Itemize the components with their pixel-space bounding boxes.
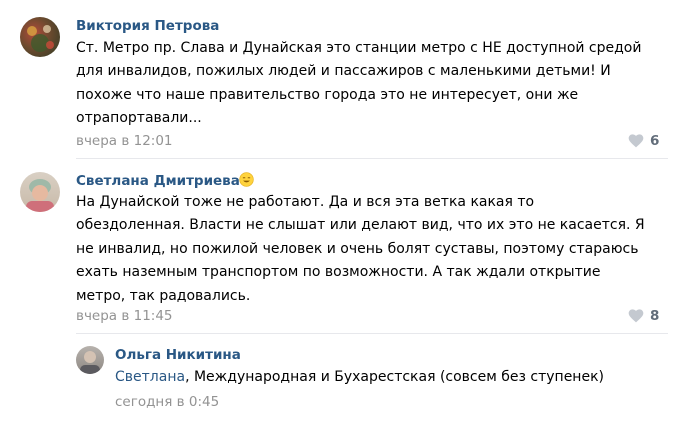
comment-text-line: отрапортавали...	[76, 110, 202, 127]
heart-icon	[628, 309, 644, 323]
comment-divider	[76, 158, 668, 159]
avatar-image	[27, 25, 54, 52]
avatar[interactable]	[76, 346, 104, 374]
reply-text-body: , Международная и Бухарестская (совсем б…	[185, 369, 604, 385]
comment-divider	[76, 333, 668, 334]
like-button[interactable]: 6	[628, 133, 659, 149]
comment-text: Ст. Метро пр. Слава и Дунайская это стан…	[76, 37, 641, 131]
comment-text-line: обездоленная. Власти не слышат или делаю…	[76, 217, 645, 234]
comment-text-line: не инвалид, но пожилой человек и очень б…	[76, 240, 639, 257]
comment-text-line: метро, так радовались.	[76, 287, 251, 304]
comment-author[interactable]: Светлана Дмитриева	[76, 173, 240, 189]
reply-text: Светлана, Международная и Бухарестская (…	[115, 366, 604, 389]
comment-text: На Дунайской тоже не работают. Да и вся …	[76, 191, 645, 308]
comment-text-line: Ст. Метро пр. Слава и Дунайская это стан…	[76, 40, 642, 56]
comment-text-line: для инвалидов, пожилых людей и пассажиро…	[76, 63, 611, 80]
like-count: 6	[650, 133, 660, 149]
smile-emoji-icon	[239, 172, 254, 187]
comment-author[interactable]: Виктория Петрова	[76, 18, 219, 34]
avatar-image	[80, 351, 100, 374]
reply-mention-link[interactable]: Светлана	[115, 369, 185, 385]
avatar[interactable]	[20, 172, 60, 212]
reply-timestamp[interactable]: сегодня в 0:45	[115, 394, 219, 410]
comment-text-line: ехать наземным транспортом по возможност…	[76, 264, 601, 281]
avatar[interactable]	[20, 17, 60, 57]
comment-timestamp[interactable]: вчера в 12:01	[76, 133, 173, 149]
heart-icon	[628, 134, 644, 148]
like-count: 8	[650, 308, 660, 324]
comment-text-line: похоже что наше правительство города это…	[76, 86, 579, 103]
comment-text-line: На Дунайской тоже не работают. Да и вся …	[76, 194, 535, 210]
reply-author[interactable]: Ольга Никитина	[115, 347, 241, 363]
like-button[interactable]: 8	[628, 308, 659, 324]
comment-timestamp[interactable]: вчера в 11:45	[76, 308, 173, 324]
avatar-image	[26, 179, 54, 212]
